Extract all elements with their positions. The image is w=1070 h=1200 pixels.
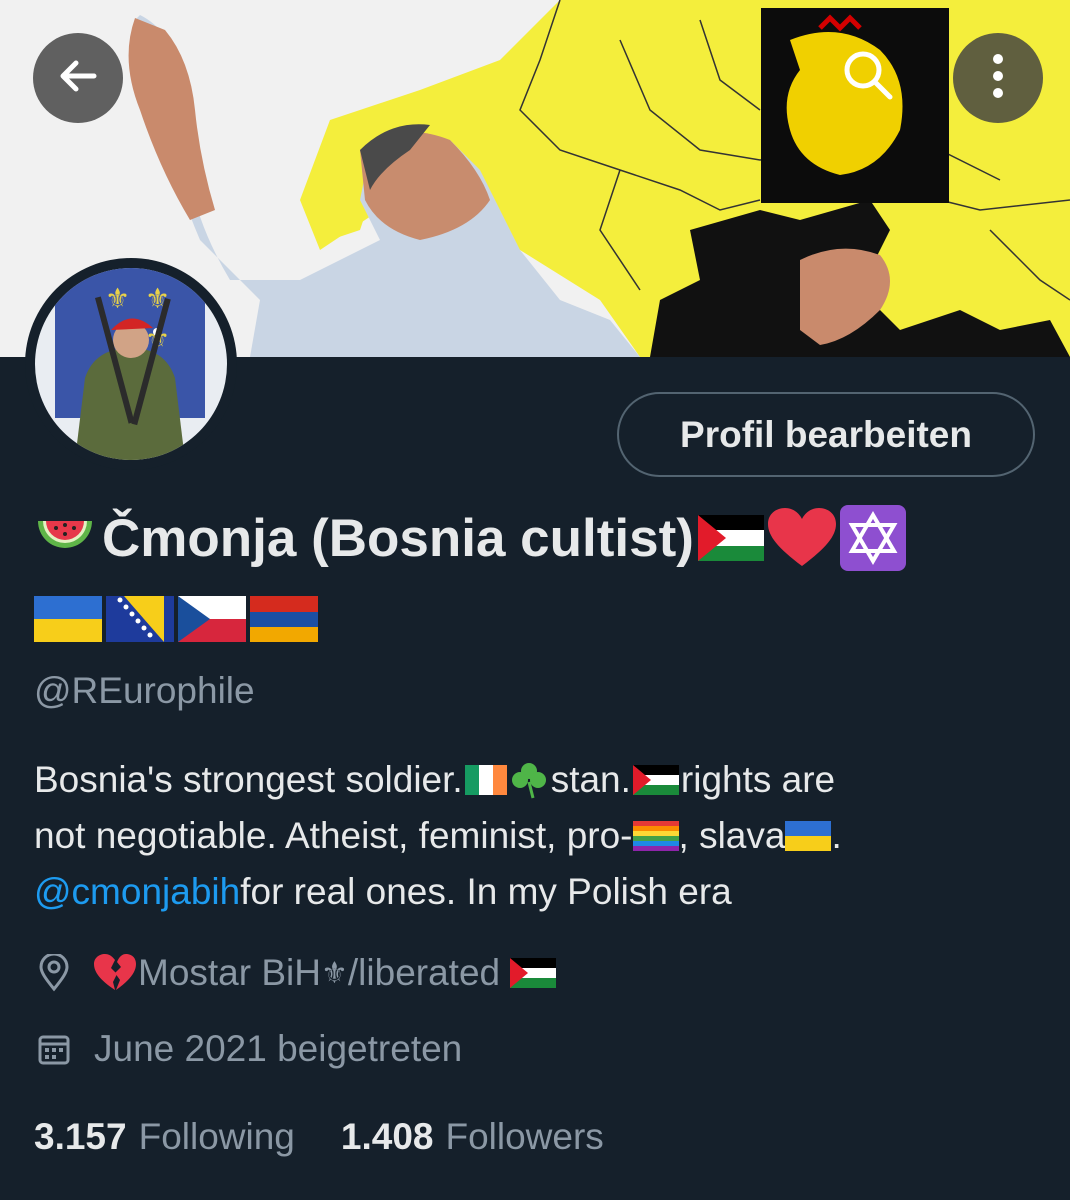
bosnia-flag-icon	[106, 596, 174, 646]
czech-flag-icon	[178, 596, 246, 646]
bio-text: Bosnia's strongest soldier.	[34, 759, 463, 800]
search-icon	[840, 47, 896, 107]
avatar[interactable]: ⚜ ⚜ ⚜	[25, 258, 237, 470]
profile-location: Mostar BiH ⚜ /liberated	[34, 952, 557, 994]
following-label: Following	[138, 1116, 295, 1157]
followers-count: 1.408	[340, 1116, 434, 1157]
bio-text: .	[831, 815, 842, 856]
palestine-flag-icon	[697, 515, 764, 561]
display-name-flags	[34, 596, 318, 646]
ukraine-flag-icon	[34, 596, 102, 646]
calendar-icon	[34, 1029, 74, 1069]
following-link[interactable]: 3.157 Following	[34, 1116, 295, 1158]
location-text: Mostar BiH	[138, 952, 321, 993]
bio-text: stan.	[550, 759, 631, 800]
profile-join-date: June 2021 beigetreten	[34, 1028, 462, 1070]
user-handle: @REurophile	[34, 670, 255, 711]
search-button[interactable]	[823, 32, 913, 122]
svg-text:⚜: ⚜	[105, 282, 130, 315]
watermelon-icon	[34, 513, 96, 563]
palestine-flag-icon	[632, 765, 679, 795]
more-vertical-icon	[988, 51, 1008, 105]
avatar-image: ⚜ ⚜ ⚜	[35, 268, 227, 460]
shamrock-icon	[509, 760, 549, 800]
followers-link[interactable]: 1.408 Followers	[341, 1116, 604, 1158]
star-of-david-icon	[839, 505, 906, 571]
followers-label: Followers	[445, 1116, 604, 1157]
following-count: 3.157	[34, 1116, 127, 1157]
ireland-flag-icon	[464, 765, 507, 795]
more-options-button[interactable]	[953, 33, 1043, 123]
back-button[interactable]	[33, 33, 123, 123]
bio-mention-link[interactable]: @cmonjabih	[34, 864, 240, 920]
broken-heart-icon	[94, 954, 136, 992]
edit-profile-button[interactable]: Profil bearbeiten	[617, 392, 1035, 477]
bio-text: for real ones. In my Polish era	[240, 871, 732, 912]
bio-text: , slava	[678, 815, 786, 856]
join-date-text: June 2021 beigetreten	[94, 1028, 463, 1069]
rainbow-flag-icon	[632, 821, 679, 851]
bio-text: not negotiable. Atheist, feminist, pro-	[34, 815, 633, 856]
location-text: /liberated	[347, 952, 511, 993]
fleur-de-lis-icon: ⚜	[320, 956, 348, 990]
display-name-text: Čmonja (Bosnia cultist)	[102, 508, 694, 568]
arrow-left-icon	[54, 52, 102, 104]
bio-text: rights are	[680, 759, 836, 800]
armenia-flag-icon	[250, 596, 318, 646]
display-name: Čmonja (Bosnia cultist)	[34, 503, 906, 573]
red-heart-icon	[767, 508, 836, 568]
follow-stats: 3.157 Following 1.408 Followers	[34, 1116, 604, 1158]
location-pin-icon	[34, 953, 74, 993]
profile-bio: Bosnia's strongest soldier. stan. rights…	[34, 752, 1044, 920]
palestine-flag-icon	[510, 958, 557, 988]
ukraine-flag-icon	[785, 821, 832, 851]
